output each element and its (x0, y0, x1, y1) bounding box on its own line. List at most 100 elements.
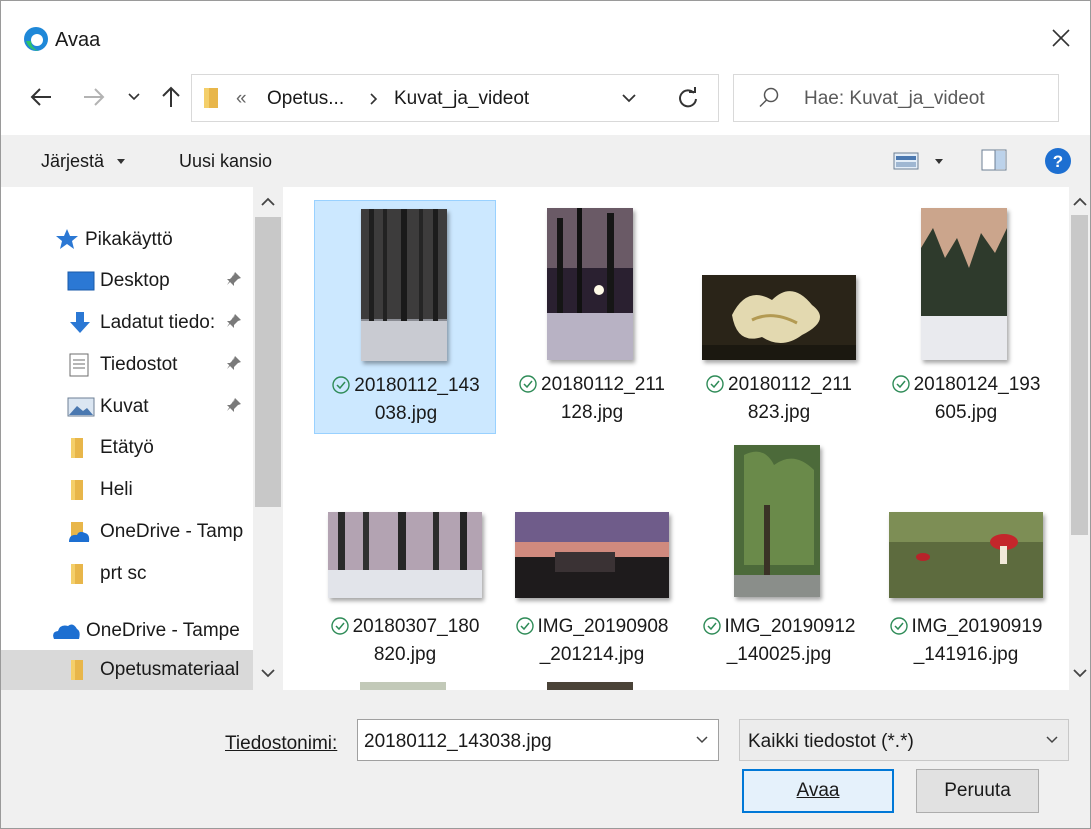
back-arrow-icon[interactable] (23, 79, 59, 115)
sidebar-item-onedrive[interactable]: OneDrive - Tampe (1, 611, 253, 651)
sidebar-item-documents[interactable]: Tiedostot (1, 345, 253, 385)
pictures-icon (67, 397, 95, 417)
file-tile[interactable]: 20180124_193 605.jpg (875, 200, 1057, 434)
image-thumbnail[interactable] (360, 682, 446, 690)
title-bar: Avaa (1, 1, 1090, 63)
close-icon[interactable] (1046, 23, 1076, 53)
search-box[interactable]: Hae: Kuvat_ja_videot (733, 74, 1059, 122)
search-placeholder: Hae: Kuvat_ja_videot (804, 88, 985, 109)
sync-status-icon (702, 617, 721, 642)
cancel-button[interactable]: Peruuta (916, 769, 1039, 813)
recent-locations-chevron-icon[interactable] (119, 79, 149, 115)
file-type-select[interactable]: Kaikki tiedostot (*.*) (739, 719, 1069, 761)
scrollbar-thumb[interactable] (255, 217, 281, 507)
sidebar-item-onedrive-folder[interactable]: OneDrive - Tamp (1, 512, 253, 552)
filename-input[interactable]: 20180112_143038.jpg (357, 719, 719, 761)
view-options-dropdown-icon[interactable] (935, 159, 943, 164)
file-tile[interactable]: 20180307_180 820.jpg (314, 442, 496, 676)
sidebar-item-label: OneDrive - Tamp (100, 521, 244, 542)
scrollbar-thumb[interactable] (1071, 215, 1088, 535)
filename-label-text: Tiedostonimi: (225, 733, 338, 754)
scroll-down-icon[interactable] (1073, 669, 1087, 678)
sidebar-item-pictures[interactable]: Kuvat (1, 387, 253, 427)
file-tile[interactable]: 20180112_211 823.jpg (688, 200, 870, 434)
folder-icon (71, 564, 83, 584)
pin-icon[interactable] (226, 271, 242, 289)
address-dropdown-icon[interactable] (622, 94, 636, 103)
sidebar-item-prt-sc[interactable]: prt sc (1, 554, 253, 594)
breadcrumb-opetus[interactable]: Opetus... (267, 88, 344, 110)
navigation-bar: « Opetus... Kuvat_ja_videot Hae: Kuvat_j… (1, 63, 1090, 135)
window-title: Avaa (55, 29, 101, 51)
star-icon (56, 229, 78, 249)
navigation-pane: Pikakäyttö Desktop Ladatut tiedo: Tiedos… (1, 187, 283, 690)
image-thumbnail[interactable] (547, 682, 633, 690)
svg-text:?: ? (1053, 152, 1063, 171)
refresh-button[interactable] (658, 74, 719, 122)
sidebar-item-label: Heli (100, 479, 133, 500)
onedrive-folder-icon (69, 522, 90, 542)
sync-status-icon (891, 375, 910, 400)
file-name: IMG_20190919 _141916.jpg (875, 614, 1057, 667)
file-tile[interactable]: 20180112_143 038.jpg (314, 200, 496, 434)
breadcrumb-kuvat-ja-videot[interactable]: Kuvat_ja_videot (394, 88, 529, 110)
sidebar-item-desktop[interactable]: Desktop (1, 261, 253, 301)
pin-icon[interactable] (226, 313, 242, 331)
file-name: 20180124_193 605.jpg (875, 372, 1057, 425)
open-button-label: Avaa (796, 780, 840, 801)
address-bar[interactable]: « Opetus... Kuvat_ja_videot (191, 74, 660, 122)
sync-status-icon (519, 375, 537, 400)
file-type-value: Kaikki tiedostot (*.*) (748, 731, 914, 752)
organize-label: Järjestä (41, 151, 105, 171)
folder-icon (71, 660, 83, 680)
help-icon[interactable]: ? (1044, 147, 1072, 175)
file-tile[interactable]: IMG_20190912 _140025.jpg (688, 442, 870, 676)
image-thumbnail (361, 209, 447, 361)
sidebar-item-label: Desktop (100, 270, 170, 291)
file-tile[interactable]: IMG_20190908 _201214.jpg (501, 442, 683, 676)
sidebar-item-label: Tiedostot (100, 354, 178, 375)
onedrive-cloud-icon (53, 624, 80, 639)
image-thumbnail (702, 275, 856, 360)
image-thumbnail (889, 512, 1043, 598)
sidebar-item-opetusmateriaali[interactable]: Opetusmateriaal (1, 650, 253, 690)
address-overflow[interactable]: « (236, 88, 247, 110)
scroll-up-icon[interactable] (261, 197, 275, 206)
file-tile[interactable]: 20180112_211 128.jpg (501, 200, 683, 434)
up-arrow-icon[interactable] (153, 79, 189, 115)
scroll-up-icon[interactable] (1073, 197, 1087, 206)
sidebar-item-label: prt sc (100, 563, 147, 584)
filename-history-chevron-icon[interactable] (696, 736, 708, 744)
scroll-down-icon[interactable] (261, 669, 275, 678)
sidebar-item-heli[interactable]: Heli (1, 470, 253, 510)
desktop-icon (67, 271, 95, 291)
sidebar-item-downloads[interactable]: Ladatut tiedo: (1, 303, 253, 343)
sidebar-item-pikakaytto[interactable]: Pikakäyttö (1, 220, 253, 260)
forward-arrow-icon[interactable] (76, 79, 112, 115)
image-thumbnail (921, 208, 1007, 360)
organize-menu-button[interactable]: Järjestä (41, 151, 126, 172)
sidebar-item-label: Opetusmateriaal (100, 659, 240, 680)
sync-status-icon (515, 617, 534, 642)
preview-pane-icon[interactable] (981, 149, 1007, 171)
file-list-pane: 20180112_143 038.jpg 20180112_211 128.jpg (283, 187, 1069, 690)
command-bar: Järjestä Uusi kansio ? (1, 135, 1090, 187)
file-tile[interactable]: IMG_20190919 _141916.jpg (875, 442, 1057, 676)
folder-icon (71, 438, 83, 458)
file-name: 20180112_211 128.jpg (501, 372, 683, 425)
file-name: IMG_20190908 _201214.jpg (501, 614, 683, 667)
navigation-scrollbar[interactable] (253, 187, 283, 690)
pin-icon[interactable] (226, 355, 242, 373)
open-button[interactable]: Avaa (742, 769, 894, 813)
new-folder-button[interactable]: Uusi kansio (179, 151, 272, 172)
file-name: 20180112_143 038.jpg (315, 373, 497, 426)
view-options-icon[interactable] (893, 151, 919, 171)
file-list-scrollbar[interactable] (1069, 187, 1090, 690)
file-name: 20180307_180 820.jpg (314, 614, 496, 667)
file-type-chevron-icon[interactable] (1046, 736, 1058, 744)
sidebar-item-etatyo[interactable]: Etätyö (1, 428, 253, 468)
breadcrumb-chevron-icon[interactable] (369, 93, 379, 105)
file-name: IMG_20190912 _140025.jpg (688, 614, 870, 667)
image-thumbnail (547, 208, 633, 360)
pin-icon[interactable] (226, 397, 242, 415)
